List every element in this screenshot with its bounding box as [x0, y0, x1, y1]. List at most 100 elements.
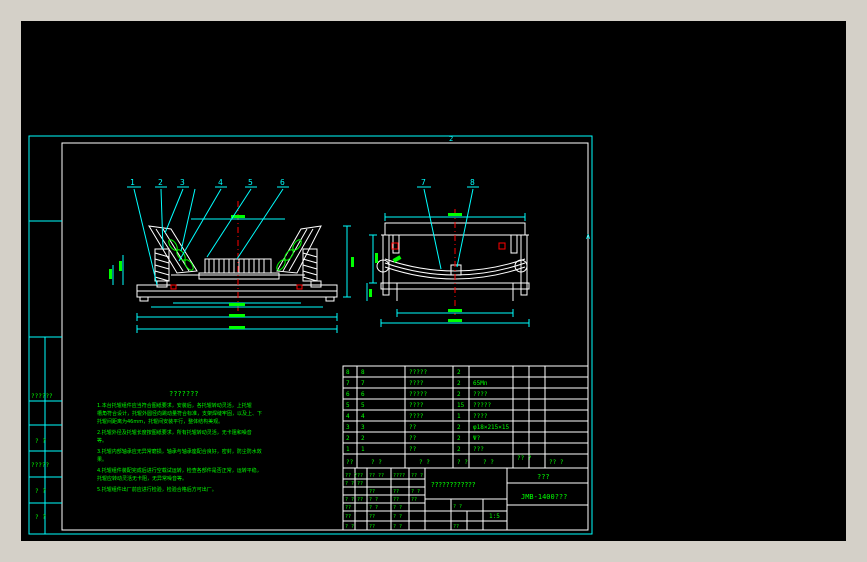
callout-2: 2: [158, 178, 163, 187]
title-stamp: ? ?: [345, 524, 354, 530]
callout-1: 1: [130, 178, 135, 187]
title-block-drawing-title: ????????????: [431, 481, 476, 489]
title-stamp: ? ?: [393, 524, 402, 530]
callout-3: 3: [180, 178, 185, 187]
parts-cell-qty: 2: [457, 446, 461, 453]
title-stamp: ??: [411, 497, 417, 503]
callout-8: 8: [470, 178, 475, 187]
title-stamp: ?? ?: [345, 473, 357, 479]
outer-sheet-border: [28, 135, 593, 535]
title-stamp: ? ?: [369, 505, 378, 511]
title-stamp: ??: [393, 497, 399, 503]
parts-cell-name: ??: [409, 435, 417, 442]
zone-mark-top: 2: [449, 135, 453, 143]
parts-header-qty: ? ?: [457, 459, 468, 466]
parts-header-extra-1: ?? ?: [517, 455, 532, 462]
parts-cell-code: 8: [361, 369, 365, 376]
parts-cell-material: φ18×215×15: [473, 424, 510, 431]
tech-req-line-7: 果。: [97, 457, 107, 463]
parts-list-table: [342, 365, 589, 469]
parts-header-extra-2: ?? ?: [549, 459, 564, 466]
callout-6: 6: [280, 178, 285, 187]
parts-header-no: ??: [346, 459, 354, 466]
parts-cell-name: ????: [409, 402, 424, 409]
parts-cell-no: 2: [346, 435, 350, 442]
left-stamp-1: ??????: [31, 393, 53, 400]
parts-cell-qty: 1: [457, 413, 461, 420]
parts-cell-code: 7: [361, 380, 365, 387]
tech-req-line-2: 槽角符合设计，托辊外圆径向跳动量符合标准，支架焊缝牢固，以及上、下: [97, 410, 262, 417]
parts-cell-name: ??: [409, 424, 417, 431]
tech-req-line-1: 1.本台托辊组件应当符合图纸要求，安装后，各托辊转动灵活，上托辊: [97, 402, 252, 409]
tech-req-line-10: 5.托辊组件出厂前应进行检验，检验合格后方可出厂。: [97, 486, 217, 493]
parts-cell-code: 3: [361, 424, 365, 431]
title-stamp: ??: [393, 489, 399, 495]
parts-cell-no: 3: [346, 424, 350, 431]
parts-cell-no: 1: [346, 446, 350, 453]
title-stamp: ??: [369, 524, 375, 530]
parts-cell-qty: 2: [457, 424, 461, 431]
tech-req-line-5: 等。: [97, 437, 107, 444]
parts-cell-code: 1: [361, 446, 365, 453]
title-stamp: ??: [357, 481, 363, 487]
title-block-company: ???: [537, 473, 550, 481]
title-stamp: ??: [453, 524, 459, 530]
left-stamp-2: ? ?: [35, 438, 46, 445]
parts-cell-material: ???: [473, 446, 484, 453]
parts-cell-material: ????: [473, 391, 488, 398]
left-stamp-5: ? ?: [35, 514, 46, 521]
title-stamp: ? ?: [369, 497, 378, 503]
front-view: [109, 186, 354, 333]
title-stamp: ?? ??: [369, 473, 384, 479]
parts-cell-name: ????: [409, 413, 424, 420]
parts-cell-no: 6: [346, 391, 350, 398]
title-stamp: ??: [345, 514, 351, 520]
parts-header-name: ? ?: [419, 459, 430, 466]
parts-cell-qty: 2: [457, 369, 461, 376]
parts-cell-name: ????: [409, 380, 424, 387]
title-block-scale: 1:5: [489, 513, 500, 520]
parts-cell-name: ?????: [409, 391, 427, 398]
parts-cell-qty: 2: [457, 380, 461, 387]
side-view: [366, 186, 530, 327]
title-stamp: ? ?: [393, 514, 402, 520]
title-stamp: ??: [357, 497, 363, 503]
parts-header-code: ? ?: [371, 459, 382, 466]
parts-cell-material: 65Mn: [473, 380, 488, 387]
parts-header-row: ?? ? ? ? ? ? ? ? ? ?? ? ?? ?: [346, 455, 564, 466]
parts-cell-material: Ψ?: [473, 435, 481, 442]
tech-req-line-3: 托辊间距离为46mm，托辊间安装平行，整体结构美观。: [97, 418, 223, 425]
title-stamp: ? ?: [393, 505, 402, 511]
cad-canvas[interactable]: 2 A ?????? ? ? ????? ? ? ? ? 1 2 3 4 5 6…: [21, 21, 846, 541]
title-stamp: ?? ?: [411, 473, 423, 479]
title-block-drawing-no: JMB-1400???: [521, 493, 567, 501]
tech-req-line-4: 2.托辊外径及托辊长度按图纸要求，所有托辊转动灵活，无卡阻和噪音: [97, 429, 252, 436]
parts-cell-code: 4: [361, 413, 365, 420]
parts-cell-no: 7: [346, 380, 350, 387]
parts-cell-qty: 2: [457, 391, 461, 398]
tech-req-line-8: 4.托辊组件装配完成后进行空载试运转，检查各部件是否正常，运转平稳，: [97, 467, 262, 474]
callout-7: 7: [421, 178, 426, 187]
parts-cell-no: 4: [346, 413, 350, 420]
title-stamp: ? ?: [345, 497, 354, 503]
parts-cell-no: 8: [346, 369, 350, 376]
left-stamp-4: ? ?: [35, 488, 46, 495]
parts-cell-code: 5: [361, 402, 365, 409]
title-stamp: ??: [357, 473, 363, 479]
title-stamp: ? ?: [345, 481, 354, 487]
parts-cell-qty: 2: [457, 435, 461, 442]
parts-list-rows: 8 8????? 2 7 7???? 2 65Mn 6 6????? 2 ???? 5 5???? 15?…: [346, 369, 510, 453]
callout-4: 4: [218, 178, 223, 187]
title-stamp: ??: [345, 505, 351, 511]
parts-cell-code: 2: [361, 435, 365, 442]
parts-cell-material: ?????: [473, 402, 491, 409]
title-stamp: ??: [369, 489, 375, 495]
parts-cell-code: 6: [361, 391, 365, 398]
left-stamp-3: ?????: [31, 462, 49, 469]
parts-cell-name: ??: [409, 446, 417, 453]
title-stamp: ? ?: [453, 504, 462, 510]
tech-req-title: ???????: [169, 390, 199, 398]
title-stamp: ????: [393, 473, 405, 479]
title-stamp: ??: [369, 514, 375, 520]
zone-mark-right: A: [586, 233, 591, 241]
